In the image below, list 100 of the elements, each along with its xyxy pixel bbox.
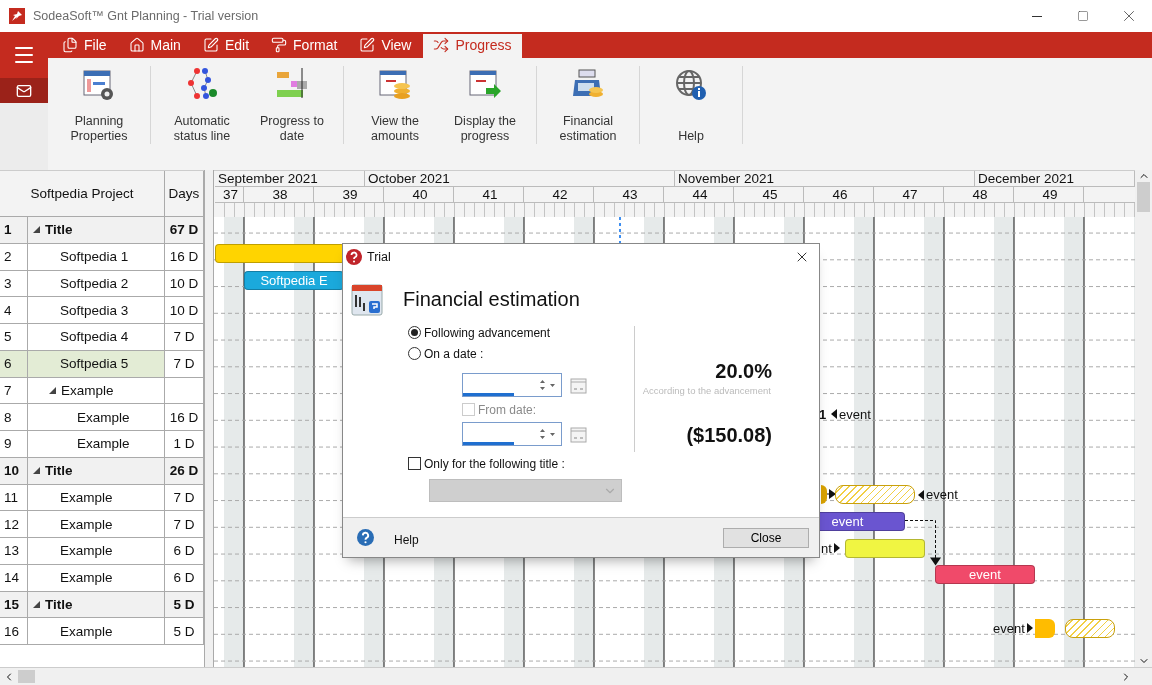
paint-roller-icon bbox=[271, 37, 288, 53]
ribbon-button[interactable]: Progress to date bbox=[249, 66, 335, 144]
task-days: 10 D bbox=[169, 275, 199, 291]
week-header: 49 bbox=[1014, 187, 1084, 202]
task-days: 16 D bbox=[169, 249, 199, 265]
calendar-currency-icon bbox=[351, 283, 383, 316]
window-title: SodeaSoft™ Gnt Planning - Trial version bbox=[33, 9, 260, 23]
calendar-icon[interactable] bbox=[570, 376, 587, 394]
ribbon-tab[interactable]: View bbox=[349, 34, 422, 58]
week-header: 44 bbox=[664, 187, 734, 202]
help-link[interactable]: Help bbox=[394, 528, 723, 547]
task-name[interactable]: Title bbox=[45, 222, 73, 238]
task-name[interactable]: Example bbox=[60, 570, 113, 586]
column-header[interactable]: Softpedia Project bbox=[0, 171, 165, 216]
dialog-title: Trial bbox=[367, 249, 392, 264]
task-name[interactable]: Softpedia 1 bbox=[60, 249, 129, 265]
date-field[interactable] bbox=[462, 422, 562, 446]
week-header: 43 bbox=[594, 187, 664, 202]
scroll-thumb[interactable] bbox=[18, 670, 35, 683]
row-number: 14 bbox=[0, 564, 28, 591]
radio-label[interactable]: Following advancement bbox=[424, 325, 551, 340]
ribbon-button[interactable]: Automatic status line bbox=[159, 66, 245, 144]
task-days: 5 D bbox=[173, 596, 195, 612]
help-icon[interactable] bbox=[357, 529, 374, 546]
date-field[interactable] bbox=[462, 373, 562, 397]
connector-arrow bbox=[905, 520, 941, 566]
hatched-task-bar[interactable] bbox=[835, 485, 915, 504]
spin-arrows-icon[interactable] bbox=[539, 428, 557, 440]
task-name[interactable]: Softpedia 2 bbox=[60, 275, 129, 291]
task-days: 6 D bbox=[173, 570, 195, 586]
ribbon-button[interactable]: Financial estimation bbox=[545, 66, 631, 144]
dialog-heading: Financial estimation bbox=[403, 288, 580, 311]
milestone-marker[interactable] bbox=[821, 485, 827, 504]
task-name[interactable]: Example bbox=[77, 409, 130, 425]
ribbon-button[interactable]: Planning Properties bbox=[56, 66, 142, 144]
menu-button[interactable] bbox=[0, 32, 48, 78]
close-button[interactable]: Close bbox=[723, 527, 809, 548]
week-header: 47 bbox=[874, 187, 944, 202]
task-name[interactable]: Example bbox=[77, 436, 130, 452]
table-coins-icon bbox=[378, 68, 412, 102]
app-logo-icon bbox=[9, 8, 25, 24]
calendar-gear-icon bbox=[82, 68, 116, 102]
calendar-icon[interactable] bbox=[570, 425, 587, 443]
ribbon-tab[interactable]: Progress bbox=[423, 34, 522, 58]
ribbon-tab[interactable]: Main bbox=[118, 34, 191, 58]
ribbon-tab[interactable]: File bbox=[52, 34, 117, 58]
shuffle-icon bbox=[433, 37, 450, 53]
expanded-triangle-icon[interactable] bbox=[49, 386, 56, 394]
expanded-triangle-icon[interactable] bbox=[33, 600, 40, 608]
scroll-thumb[interactable] bbox=[1137, 182, 1150, 212]
ribbon-button[interactable]: Display the progress bbox=[442, 66, 528, 144]
ribbon-tab[interactable]: Edit bbox=[192, 34, 260, 58]
task-name[interactable]: Softpedia 4 bbox=[60, 329, 129, 345]
node-graph-icon bbox=[185, 68, 219, 102]
task-days: 7 D bbox=[173, 329, 195, 345]
column-header[interactable]: Days bbox=[165, 171, 204, 216]
row-number: 11 bbox=[0, 484, 28, 511]
ribbon-button[interactable]: Help bbox=[648, 66, 734, 144]
task-name[interactable]: Title bbox=[45, 463, 73, 479]
task-name[interactable]: Example bbox=[60, 623, 113, 639]
row-number: 16 bbox=[0, 618, 28, 644]
task-name[interactable]: Softpedia 3 bbox=[60, 302, 129, 318]
week-header: 40 bbox=[384, 187, 454, 202]
horizontal-scrollbar[interactable] bbox=[0, 667, 1152, 685]
checkbox-label[interactable]: Only for the following title : bbox=[424, 456, 565, 471]
expanded-triangle-icon[interactable] bbox=[33, 226, 40, 234]
expanded-triangle-icon[interactable] bbox=[33, 467, 40, 475]
task-bar[interactable]: event bbox=[935, 565, 1035, 585]
task-name[interactable]: Example bbox=[61, 382, 114, 398]
pencil-square-icon bbox=[359, 37, 376, 53]
task-name[interactable]: Example bbox=[60, 489, 113, 505]
radio-label[interactable]: On a date : bbox=[424, 346, 484, 361]
bar-label: 1 bbox=[819, 406, 827, 422]
task-name[interactable]: Example bbox=[60, 516, 113, 532]
task-bar[interactable] bbox=[845, 538, 925, 558]
row-number: 9 bbox=[0, 431, 28, 457]
bar-label: nt bbox=[821, 540, 832, 556]
row-number: 15 bbox=[0, 591, 28, 618]
task-days: 26 D bbox=[169, 463, 199, 479]
month-header: November 2021 bbox=[675, 171, 975, 186]
ribbon-tab[interactable]: Format bbox=[261, 34, 348, 58]
ribbon-button[interactable]: View the amounts bbox=[352, 66, 438, 144]
bar-label: event bbox=[926, 487, 958, 502]
task-name[interactable]: Example bbox=[60, 543, 113, 559]
amount-value: ($150.08) bbox=[686, 424, 772, 447]
week-header: 48 bbox=[944, 187, 1014, 202]
mail-button[interactable] bbox=[0, 78, 48, 103]
milestone-marker[interactable] bbox=[1035, 618, 1055, 638]
row-number: 5 bbox=[0, 324, 28, 350]
task-bar[interactable] bbox=[215, 244, 345, 264]
task-days: 16 D bbox=[169, 409, 199, 425]
hatched-task-bar[interactable] bbox=[1065, 618, 1115, 638]
task-days: 10 D bbox=[169, 302, 199, 318]
question-icon bbox=[346, 248, 362, 265]
row-number: 3 bbox=[0, 270, 28, 297]
row-number: 7 bbox=[0, 377, 28, 404]
row-number: 2 bbox=[0, 243, 28, 270]
task-name[interactable]: Title bbox=[45, 596, 73, 612]
spin-arrows-icon[interactable] bbox=[539, 379, 557, 391]
checkbox[interactable] bbox=[408, 457, 421, 470]
